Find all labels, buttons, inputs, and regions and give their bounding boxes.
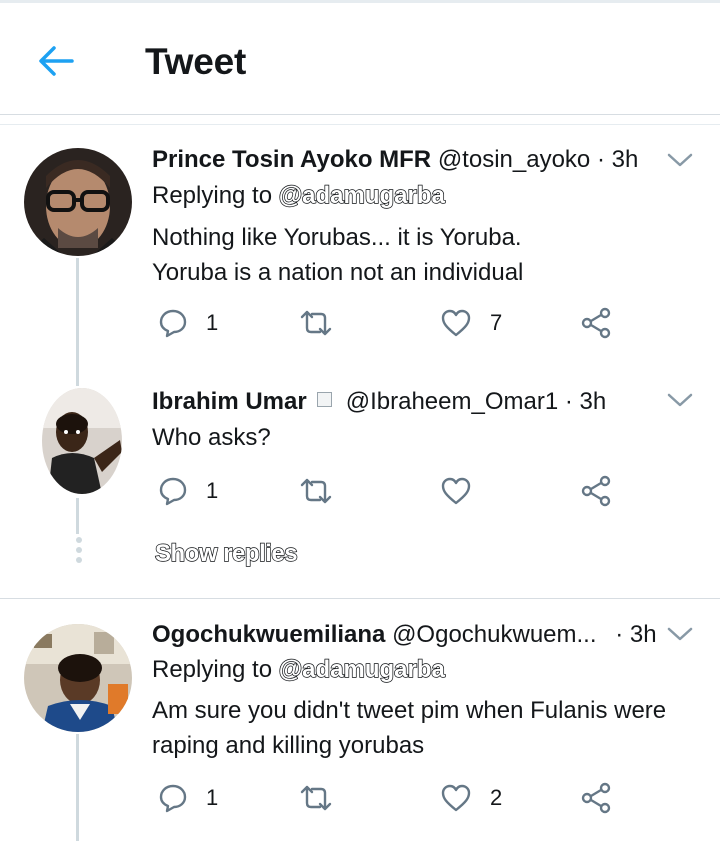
more-dots-icon: [75, 537, 83, 563]
chevron-down-icon[interactable]: [666, 624, 694, 644]
display-name[interactable]: Prince Tosin Ayoko MFR: [152, 146, 431, 173]
display-name[interactable]: Ibrahim Umar: [152, 388, 307, 415]
replying-to-label: Replying to: [152, 182, 273, 209]
user-handle[interactable]: @Ibraheem_Omar1: [346, 388, 558, 415]
tweet-header: Prince Tosin Ayoko MFR @tosin_ayoko · 3h: [152, 146, 638, 174]
share-icon: [581, 782, 611, 814]
share-button[interactable]: [580, 781, 612, 815]
tweet-text-line: Who asks?: [152, 424, 271, 451]
reply-icon: [159, 477, 187, 506]
share-icon: [581, 307, 611, 339]
tweet-time: · 3h: [615, 621, 657, 648]
avatar[interactable]: [24, 148, 132, 256]
reply-count: 1: [206, 478, 219, 503]
tweet-text: Nothing like Yorubas... it is Yoruba. Yo…: [152, 220, 523, 290]
tweet-divider: [0, 598, 720, 599]
retweet-icon: [300, 478, 332, 504]
tweet-time: · 3h: [564, 388, 607, 415]
tweet-text-line: Nothing like Yorubas... it is Yoruba.: [152, 224, 522, 251]
replying-to-label: Replying to: [152, 656, 273, 683]
reply-icon: [159, 784, 187, 813]
avatar[interactable]: [42, 388, 122, 494]
thread-line: [76, 498, 79, 534]
reply-button[interactable]: 1: [158, 781, 218, 815]
reply-count: 1: [206, 785, 219, 810]
badge-icon: [316, 392, 332, 407]
show-replies-link[interactable]: Show replies: [154, 539, 298, 568]
heart-icon: [441, 784, 471, 812]
tweet-header: Ogochukwuemiliana @Ogochukwuem... · 3h: [152, 621, 657, 649]
share-button[interactable]: [580, 306, 612, 340]
reply-count: 1: [206, 310, 219, 335]
retweet-button[interactable]: [298, 781, 352, 815]
user-handle[interactable]: @Ogochukwuem...: [392, 621, 596, 648]
retweet-icon: [300, 785, 332, 811]
chevron-down-icon[interactable]: [666, 150, 694, 170]
like-button[interactable]: 7: [440, 306, 502, 340]
retweet-button[interactable]: [298, 306, 352, 340]
replying-to: Replying to @adamugarba: [152, 181, 446, 210]
thread-line: [76, 734, 79, 841]
replying-to: Replying to @adamugarba: [152, 655, 446, 684]
tweet-text: Am sure you didn't tweet pim when Fulani…: [152, 693, 666, 763]
mention-link[interactable]: @adamugarba: [278, 181, 446, 209]
heart-icon: [441, 477, 471, 505]
mention-link[interactable]: @adamugarba: [278, 655, 446, 683]
tweet-header: Ibrahim Umar @Ibraheem_Omar1 · 3h: [152, 388, 606, 416]
avatar[interactable]: [24, 624, 132, 732]
reply-button[interactable]: 1: [158, 306, 218, 340]
retweet-button[interactable]: [298, 474, 352, 508]
reply-icon: [159, 309, 187, 338]
tweet-text-line: Am sure you didn't tweet pim when Fulani…: [152, 697, 667, 724]
like-count: 7: [490, 310, 503, 335]
heart-icon: [441, 309, 471, 337]
retweet-icon: [300, 310, 332, 336]
share-button[interactable]: [580, 474, 612, 508]
like-count: 2: [490, 785, 503, 810]
thread-line: [76, 258, 79, 386]
display-name[interactable]: Ogochukwuemiliana: [152, 621, 385, 648]
reply-button[interactable]: 1: [158, 474, 218, 508]
back-arrow-icon[interactable]: [36, 43, 76, 79]
header-divider-2: [0, 124, 720, 125]
tweet-time: · 3h: [596, 146, 639, 173]
app-header: Tweet: [0, 3, 720, 113]
like-button[interactable]: 2: [440, 781, 502, 815]
header-divider: [0, 114, 720, 115]
user-handle[interactable]: @tosin_ayoko: [438, 146, 590, 173]
tweet-text-line: raping and killing yorubas: [152, 732, 425, 759]
tweet-text: Who asks?: [152, 420, 271, 455]
page-title: Tweet: [145, 41, 247, 82]
like-button[interactable]: [440, 474, 490, 508]
share-icon: [581, 475, 611, 507]
chevron-down-icon[interactable]: [666, 390, 694, 410]
tweet-text-line: Yoruba is a nation not an individual: [152, 259, 524, 286]
